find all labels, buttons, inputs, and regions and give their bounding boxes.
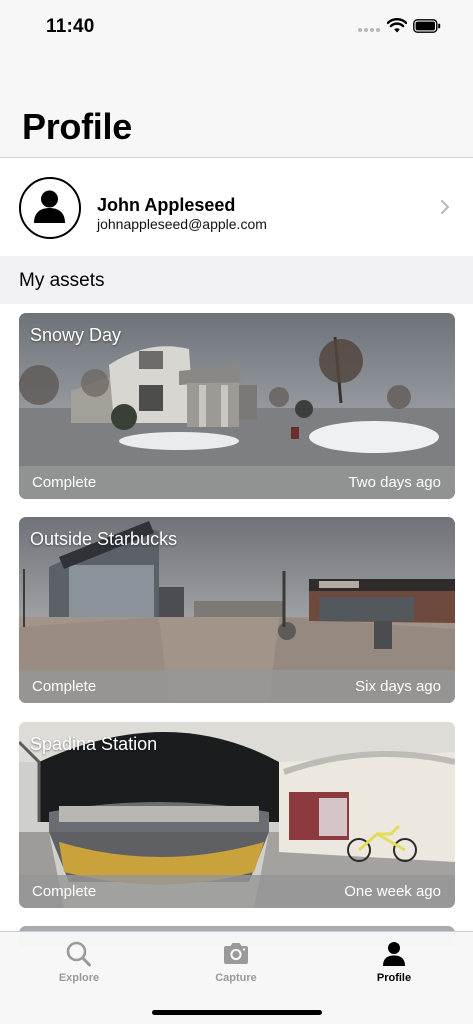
camera-icon [224,943,248,964]
asset-title: Snowy Day [30,325,122,345]
navigation-header: Profile [0,54,473,158]
section-header: My assets [0,256,473,304]
tab-label: Profile [376,972,412,984]
status-time: 11:40 [46,16,95,37]
person-icon [34,190,65,223]
asset-title: Outside Starbucks [30,529,178,549]
asset-title: Spadina Station [30,734,158,754]
tab-explore[interactable]: Explore [0,932,158,992]
cellular-signal-icon [358,28,380,34]
wifi-icon [387,18,407,33]
asset-card[interactable]: Outside Starbucks Complete Six days ago [19,517,455,703]
avatar [19,177,81,239]
asset-status: Complete [32,678,97,695]
asset-footer: Complete Two days ago [19,466,455,499]
asset-status: Complete [32,883,97,900]
asset-footer: Complete Six days ago [19,670,455,703]
home-indicator [152,1010,322,1015]
tab-label: Capture [215,972,257,984]
asset-status: Complete [32,474,97,491]
section-title: My assets [19,270,105,291]
asset-footer: Complete One week ago [19,875,455,908]
asset-card[interactable]: Snowy Day Complete Two days ago [19,313,455,499]
chevron-right-icon [441,200,449,214]
page-title: Profile [22,106,132,147]
user-name: John Appleseed [97,195,236,215]
tab-capture[interactable]: Capture [157,932,315,992]
asset-date: Two days ago [348,474,441,491]
battery-icon [413,19,441,33]
profile-row[interactable]: John Appleseed johnappleseed@apple.com [0,159,473,256]
tab-label: Explore [58,972,100,984]
asset-date: One week ago [344,883,441,900]
status-bar: 11:40 [0,0,473,54]
person-icon [383,942,405,966]
user-email: johnappleseed@apple.com [97,216,267,232]
magnifier-icon [66,941,91,967]
asset-card[interactable]: Spadina Station Complete One week ago [19,722,455,908]
asset-date: Six days ago [355,678,441,695]
tab-profile[interactable]: Profile [315,932,473,992]
